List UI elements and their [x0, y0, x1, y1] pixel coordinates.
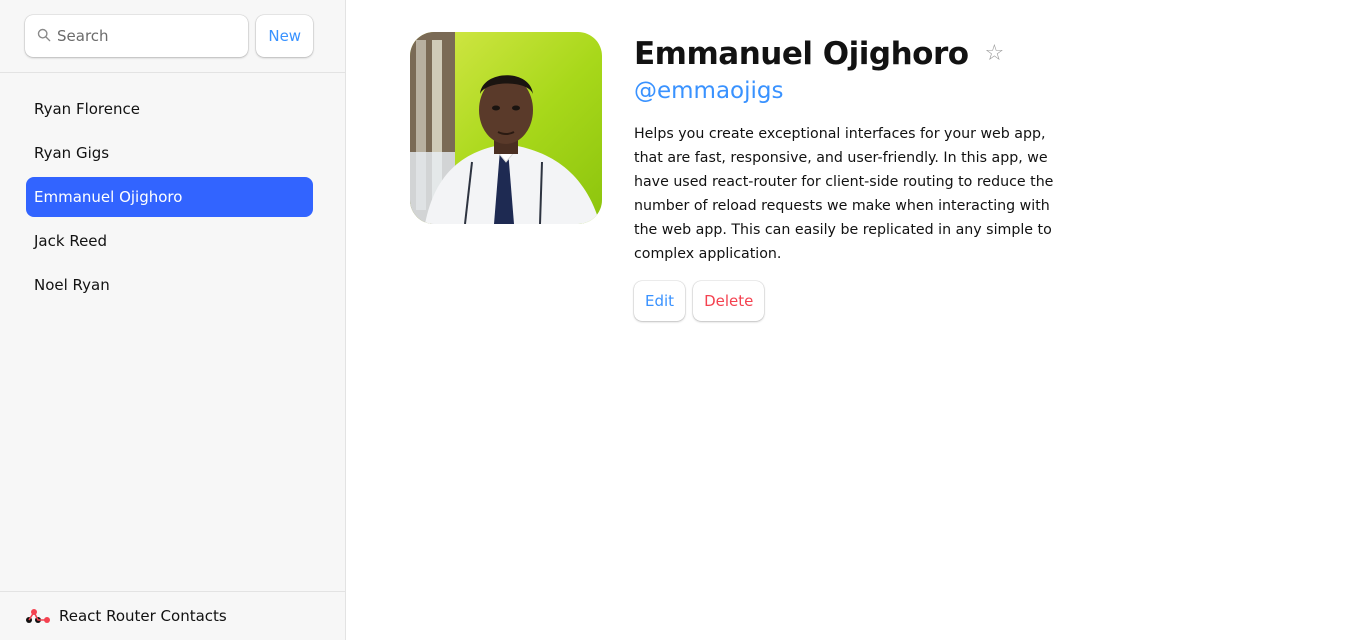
- list-item: Emmanuel Ojighoro: [26, 177, 313, 217]
- contact-item-emmanuel-ojighoro[interactable]: Emmanuel Ojighoro: [26, 177, 313, 217]
- sidebar: New Ryan Florence Ryan Gigs Emmanuel Oji…: [0, 0, 346, 640]
- react-router-logo-icon: [26, 609, 50, 623]
- contact-actions: Edit Delete: [634, 281, 1054, 321]
- list-item: Noel Ryan: [26, 265, 313, 305]
- avatar-photo: [410, 32, 600, 224]
- contact-item-noel-ryan[interactable]: Noel Ryan: [26, 265, 313, 305]
- contact-name: Emmanuel Ojighoro: [634, 36, 969, 72]
- contact-avatar: [410, 32, 602, 224]
- list-item: Ryan Gigs: [26, 133, 313, 173]
- favorite-star-icon[interactable]: ☆: [985, 43, 1005, 65]
- search-box: [25, 15, 249, 57]
- contact-item-jack-reed[interactable]: Jack Reed: [26, 221, 313, 261]
- contact-item-ryan-florence[interactable]: Ryan Florence: [26, 89, 313, 129]
- sidebar-header: New: [0, 0, 345, 73]
- edit-button[interactable]: Edit: [634, 281, 686, 321]
- app-root: New Ryan Florence Ryan Gigs Emmanuel Oji…: [0, 0, 1357, 640]
- search-input[interactable]: [25, 15, 249, 57]
- name-row: Emmanuel Ojighoro ☆: [634, 32, 1054, 76]
- contact-item-ryan-gigs[interactable]: Ryan Gigs: [26, 133, 313, 173]
- new-contact-button[interactable]: New: [256, 15, 313, 57]
- contact-detail: Emmanuel Ojighoro ☆ @emmaojigs Helps you…: [346, 0, 1357, 640]
- app-title: React Router Contacts: [59, 607, 227, 625]
- contact-handle-link[interactable]: @emmaojigs: [634, 78, 1054, 104]
- list-item: Jack Reed: [26, 221, 313, 261]
- delete-button[interactable]: Delete: [693, 281, 765, 321]
- list-item: Ryan Florence: [26, 89, 313, 129]
- search-icon: [37, 28, 51, 42]
- contact-info: Emmanuel Ojighoro ☆ @emmaojigs Helps you…: [634, 32, 1054, 321]
- contact-list: Ryan Florence Ryan Gigs Emmanuel Ojighor…: [0, 73, 345, 309]
- sidebar-footer: React Router Contacts: [0, 591, 345, 640]
- contact-bio: Helps you create exceptional interfaces …: [634, 126, 1054, 262]
